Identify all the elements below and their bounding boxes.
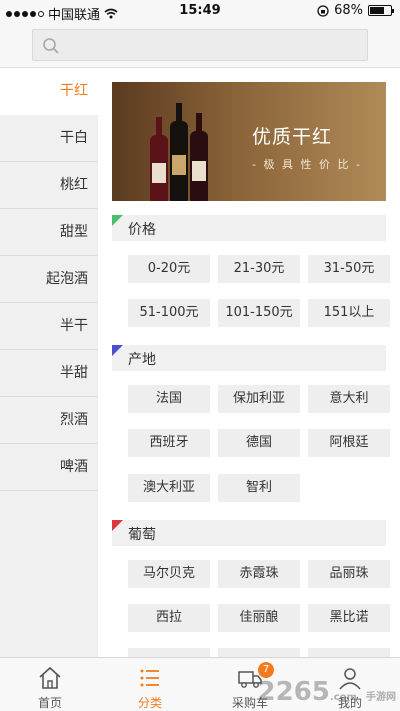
battery-percent: 68% — [334, 3, 363, 18]
tab-mine[interactable]: 我的 — [300, 658, 400, 711]
category-content: 优质干红 - 极 具 性 价 比 - 价格 0-20元 21-30元 31-50… — [98, 68, 400, 657]
sidebar-item-sweet[interactable]: 甜型 — [0, 209, 98, 256]
user-icon — [339, 668, 361, 690]
grape-tag[interactable]: 佳丽酿 — [218, 604, 300, 632]
search-box[interactable] — [32, 29, 368, 61]
tab-home-label: 首页 — [37, 696, 62, 710]
grape-tag[interactable]: 马尔贝克 — [128, 560, 210, 588]
origin-tag[interactable]: 保加利亚 — [218, 385, 300, 413]
grape-tag-partial[interactable] — [128, 648, 210, 657]
origin-tag[interactable]: 意大利 — [308, 385, 390, 413]
banner-title: 优质干红 — [252, 126, 333, 148]
cart-badge: 7 — [258, 662, 274, 678]
list-icon — [140, 669, 159, 687]
status-bar: 中国联通 15:49 68% — [0, 0, 400, 23]
origin-tag[interactable]: 西班牙 — [128, 429, 210, 457]
price-tag[interactable]: 101-150元 — [218, 299, 300, 327]
price-tag[interactable]: 51-100元 — [128, 299, 210, 327]
origin-tag[interactable]: 法国 — [128, 385, 210, 413]
price-tag[interactable]: 0-20元 — [128, 255, 210, 283]
battery-fill — [370, 7, 384, 14]
rotation-lock-icon — [317, 4, 329, 17]
search-icon — [43, 38, 59, 54]
sidebar-item-rose[interactable]: 桃红 — [0, 162, 98, 209]
grape-tag[interactable]: 西拉 — [128, 604, 210, 632]
sidebar-item-beer[interactable]: 啤酒 — [0, 444, 98, 491]
origin-tag[interactable]: 智利 — [218, 474, 300, 502]
tab-cart-label: 采购车 — [231, 696, 268, 710]
tab-category-label: 分类 — [137, 696, 162, 710]
price-tag[interactable]: 21-30元 — [218, 255, 300, 283]
section-title: 葡萄 — [128, 527, 156, 543]
grape-tag[interactable]: 品丽珠 — [308, 560, 390, 588]
sidebar-item-spirits[interactable]: 烈酒 — [0, 397, 98, 444]
category-sidebar: 干红 干白 桃红 甜型 起泡酒 半干 半甜 烈酒 啤酒 — [0, 68, 98, 657]
section-marker-icon — [112, 520, 123, 531]
section-title: 价格 — [128, 222, 156, 238]
bottom-tab-bar: 首页 分类 7 采购车 我的 — [0, 657, 400, 711]
tab-category[interactable]: 分类 — [100, 658, 200, 711]
promo-banner[interactable]: 优质干红 - 极 具 性 价 比 - — [112, 82, 386, 201]
price-tag[interactable]: 31-50元 — [308, 255, 390, 283]
grape-tag[interactable]: 赤霞珠 — [218, 560, 300, 588]
wine-bottle-image — [190, 113, 208, 201]
search-header — [0, 22, 400, 68]
price-tag[interactable]: 151以上 — [308, 299, 390, 327]
grape-tag-partial[interactable] — [308, 648, 390, 657]
sidebar-item-dry-red[interactable]: 干红 — [0, 68, 98, 115]
battery-icon — [368, 5, 394, 16]
tab-cart[interactable]: 7 采购车 — [200, 658, 300, 711]
sidebar-item-semi-dry[interactable]: 半干 — [0, 303, 98, 350]
banner-subtitle: - 极 具 性 价 比 - — [252, 158, 362, 171]
origin-section-header: 产地 — [112, 345, 386, 371]
origin-tag[interactable]: 德国 — [218, 429, 300, 457]
sidebar-item-dry-white[interactable]: 干白 — [0, 115, 98, 162]
status-right: 68% — [317, 3, 394, 18]
wine-bottle-image — [170, 103, 188, 201]
section-marker-icon — [112, 215, 123, 226]
wine-bottle-image — [150, 117, 168, 201]
section-title: 产地 — [128, 352, 156, 368]
search-input[interactable] — [67, 34, 357, 56]
grape-tag-partial[interactable] — [218, 648, 300, 657]
grape-section-header: 葡萄 — [112, 520, 386, 546]
grape-tag[interactable]: 黑比诺 — [308, 604, 390, 632]
origin-tag[interactable]: 澳大利亚 — [128, 474, 210, 502]
section-marker-icon — [112, 345, 123, 356]
tab-home[interactable]: 首页 — [0, 658, 100, 711]
sidebar-item-sparkling[interactable]: 起泡酒 — [0, 256, 98, 303]
price-section-header: 价格 — [112, 215, 386, 241]
home-icon — [39, 666, 61, 689]
sidebar-item-semi-sweet[interactable]: 半甜 — [0, 350, 98, 397]
origin-tag[interactable]: 阿根廷 — [308, 429, 390, 457]
tab-mine-label: 我的 — [337, 696, 362, 710]
